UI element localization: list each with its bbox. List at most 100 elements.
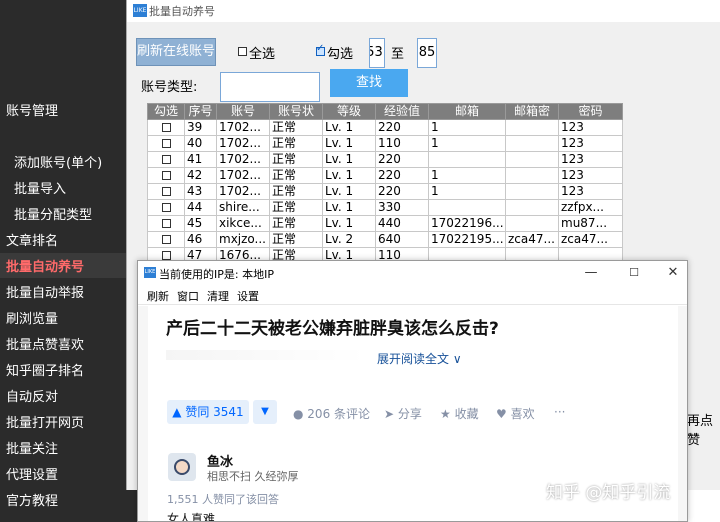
sidebar-item-auto-nurture[interactable]: 批量自动养号 <box>6 256 84 275</box>
table-row[interactable]: 43 1702... 正常 Lv. 1 220 1 123 <box>147 183 623 200</box>
table-cell: Lv. 1 <box>322 215 376 232</box>
sidebar-item-batch-like[interactable]: 批量点赞喜欢 <box>6 334 84 353</box>
check-range-label: 勾选 <box>327 47 354 62</box>
column-header-level[interactable]: 等级 <box>322 103 376 120</box>
table-cell: 45 <box>184 215 217 232</box>
row-check-cell <box>147 119 185 136</box>
refresh-online-accounts-button[interactable]: 刷新在线账号 <box>136 38 216 66</box>
range-to-input[interactable]: 85 <box>417 38 437 68</box>
sidebar-item-auto-report[interactable]: 批量自动举报 <box>6 282 84 301</box>
minimize-icon[interactable]: — <box>581 264 601 282</box>
select-all-checkbox[interactable] <box>238 47 247 56</box>
sidebar-item-tutorial[interactable]: 官方教程 <box>6 490 58 509</box>
table-row[interactable]: 42 1702... 正常 Lv. 1 220 1 123 <box>147 167 623 184</box>
sidebar-item-add-account[interactable]: 添加账号(单个) <box>14 152 102 171</box>
table-cell: xikce... <box>216 215 270 232</box>
row-checkbox[interactable] <box>161 187 171 196</box>
search-button[interactable]: 查找 <box>330 69 408 97</box>
vote-up-button[interactable]: ▲ 赞同 3541 <box>167 400 249 424</box>
approve-count: 1,551 人赞同了该回答 <box>167 493 279 506</box>
sidebar-item-page-views[interactable]: 刷浏览量 <box>6 308 58 327</box>
table-cell: shire... <box>216 199 270 216</box>
range-from-input[interactable]: 53 <box>369 38 385 68</box>
table-row[interactable]: 41 1702... 正常 Lv. 1 220 123 <box>147 151 623 168</box>
maximize-icon[interactable]: ☐ <box>624 264 644 282</box>
expand-full-text-link[interactable]: 展开阅读全文 ∨ <box>377 350 462 367</box>
table-cell: 220 <box>375 119 429 136</box>
table-cell: 正常 <box>269 215 323 232</box>
sidebar-item-account-manage[interactable]: 账号管理 <box>6 100 58 119</box>
table-cell: 123 <box>558 135 623 152</box>
sidebar-item-batch-import[interactable]: 批量导入 <box>14 178 66 197</box>
vote-down-button[interactable]: ▼ <box>253 400 277 424</box>
table-cell: 640 <box>375 231 429 248</box>
check-range-checkbox[interactable] <box>316 43 325 56</box>
table-cell <box>505 183 559 200</box>
row-checkbox[interactable] <box>161 139 171 148</box>
like-label: 喜欢 <box>510 407 535 421</box>
avatar-face-icon <box>174 459 190 475</box>
row-checkbox[interactable] <box>161 219 171 228</box>
table-header-row: 勾选 序号 账号 账号状 等级 经验值 邮箱 邮箱密 密码 <box>147 103 623 120</box>
favorite-label: 收藏 <box>454 407 479 421</box>
menu-item-clean[interactable]: 清理 <box>207 288 229 304</box>
menu-item-window[interactable]: 窗口 <box>177 288 199 304</box>
row-checkbox[interactable] <box>161 203 171 212</box>
sidebar: 账号管理 添加账号(单个) 批量导入 批量分配类型 文章排名 批量自动养号 批量… <box>0 0 138 522</box>
sidebar-item-auto-oppose[interactable]: 自动反对 <box>6 386 58 405</box>
author-avatar[interactable] <box>168 453 196 481</box>
row-checkbox[interactable] <box>161 155 171 164</box>
sidebar-item-article-rank[interactable]: 文章排名 <box>6 230 58 249</box>
favorite-button[interactable]: ★ 收藏 <box>440 405 479 422</box>
table-cell <box>505 135 559 152</box>
sidebar-item-batch-follow[interactable]: 批量关注 <box>6 438 58 457</box>
close-icon[interactable]: ✕ <box>663 264 683 282</box>
column-header-account[interactable]: 账号 <box>216 103 270 120</box>
comments-button[interactable]: ● 206 条评论 <box>293 405 370 422</box>
column-header-password[interactable]: 密码 <box>558 103 623 120</box>
column-header-check[interactable]: 勾选 <box>147 103 185 120</box>
row-checkbox[interactable] <box>161 123 171 132</box>
table-cell: 1702... <box>216 183 270 200</box>
table-cell: Lv. 1 <box>322 183 376 200</box>
table-cell: 41 <box>184 151 217 168</box>
table-row[interactable]: 44 shire... 正常 Lv. 1 330 zzfpx... <box>147 199 623 216</box>
table-cell: 39 <box>184 119 217 136</box>
question-title[interactable]: 产后二十二天被老公嫌弃脏胖臭该怎么反击? <box>166 314 499 339</box>
column-header-exp[interactable]: 经验值 <box>375 103 429 120</box>
account-type-label: 账号类型: <box>141 80 198 95</box>
table-cell: 440 <box>375 215 429 232</box>
sidebar-item-circle-rank[interactable]: 知乎圈子排名 <box>6 360 84 379</box>
table-row[interactable]: 45 xikce... 正常 Lv. 1 440 17022196... mu87... <box>147 215 623 232</box>
menu-item-settings[interactable]: 设置 <box>237 288 259 304</box>
comments-label: 206 条评论 <box>307 407 371 421</box>
table-cell: 46 <box>184 231 217 248</box>
column-header-email[interactable]: 邮箱 <box>428 103 506 120</box>
table-cell: 123 <box>558 167 623 184</box>
table-row[interactable]: 39 1702... 正常 Lv. 1 220 1 123 <box>147 119 623 136</box>
sidebar-item-assign-type[interactable]: 批量分配类型 <box>14 204 92 223</box>
menu-item-refresh[interactable]: 刷新 <box>147 288 169 304</box>
table-cell: 44 <box>184 199 217 216</box>
account-type-input[interactable] <box>220 72 320 102</box>
more-options-icon[interactable]: ··· <box>554 405 565 419</box>
table-row[interactable]: 46 mxjzo... 正常 Lv. 2 640 17022195... zca47... z… <box>147 231 623 248</box>
row-check-cell <box>147 151 185 168</box>
like-button[interactable]: ♥ 喜欢 <box>496 405 535 422</box>
partial-text: 再点赞 <box>687 414 714 448</box>
sidebar-item-open-pages[interactable]: 批量打开网页 <box>6 412 84 431</box>
table-row[interactable]: 40 1702... 正常 Lv. 1 110 1 123 <box>147 135 623 152</box>
row-checkbox[interactable] <box>161 171 171 180</box>
column-header-email-password[interactable]: 邮箱密 <box>505 103 559 120</box>
row-checkbox[interactable] <box>161 235 171 244</box>
sidebar-item-proxy-settings[interactable]: 代理设置 <box>6 464 58 483</box>
share-button[interactable]: ➤ 分享 <box>384 405 422 422</box>
table-cell: 正常 <box>269 119 323 136</box>
table-cell: 17022196... <box>428 215 506 232</box>
table-cell <box>505 199 559 216</box>
table-cell: 1 <box>428 183 506 200</box>
row-check-cell <box>147 215 185 232</box>
column-header-status[interactable]: 账号状 <box>269 103 323 120</box>
row-checkbox[interactable] <box>161 251 171 260</box>
column-header-index[interactable]: 序号 <box>184 103 217 120</box>
